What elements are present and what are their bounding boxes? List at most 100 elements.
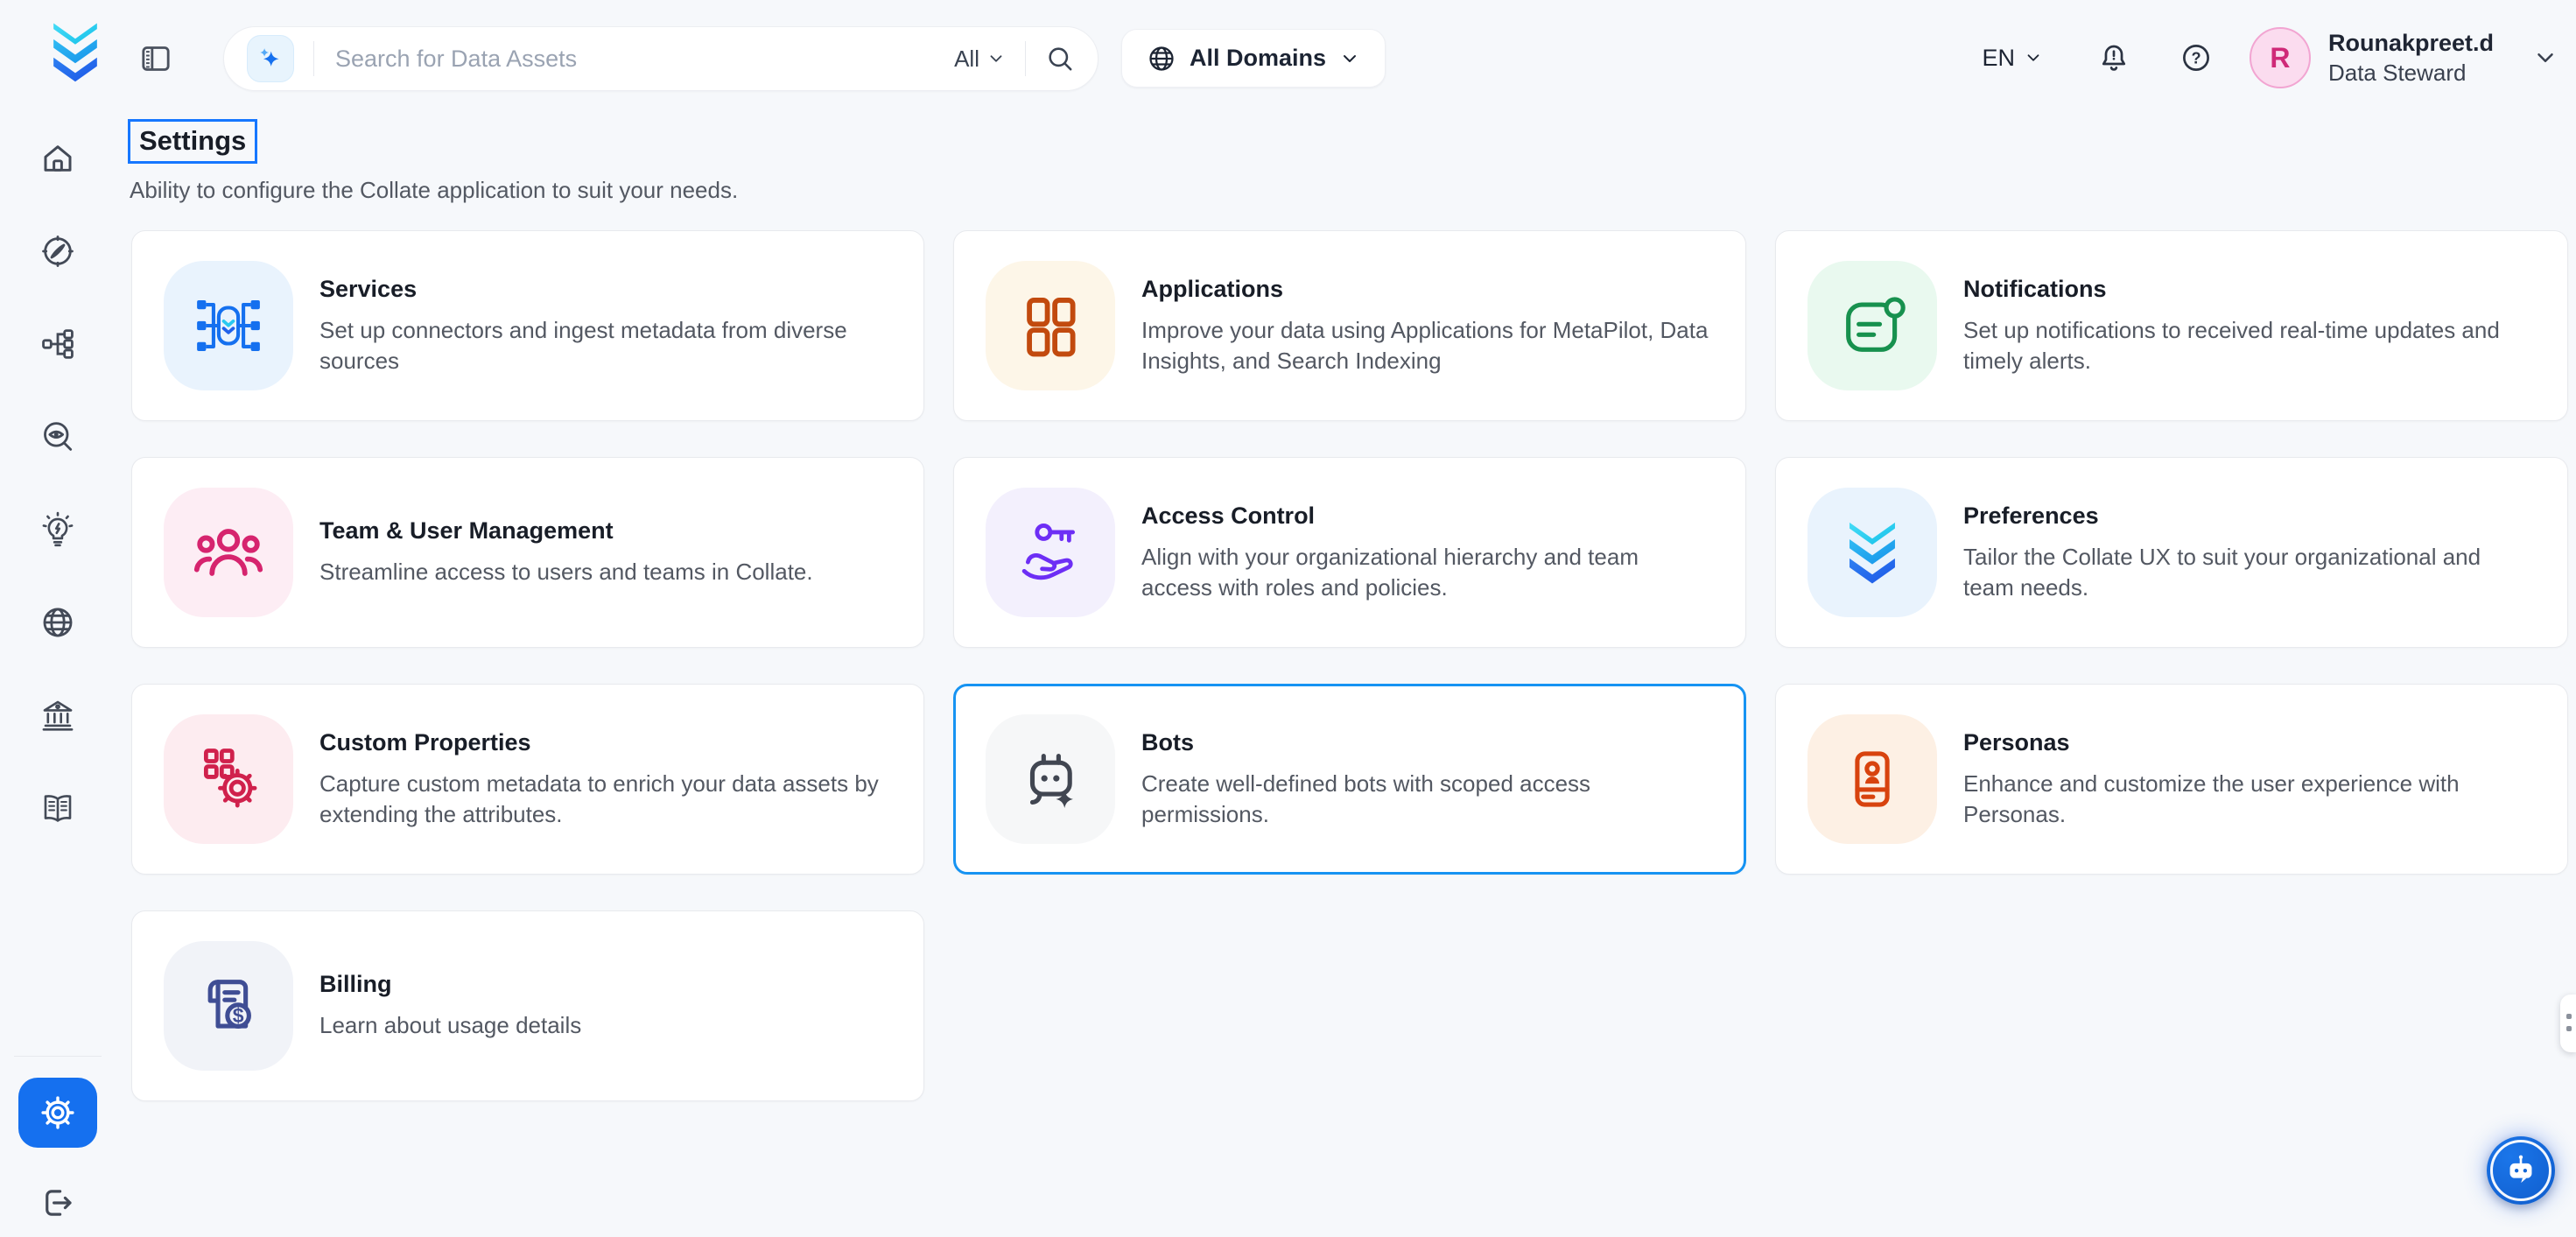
card-title: Applications xyxy=(1141,276,1714,303)
hidden-widget-icon[interactable] xyxy=(2560,995,2576,1052)
chevron-down-icon xyxy=(2024,48,2043,67)
card-team-user-management[interactable]: Team & User Management Streamline access… xyxy=(131,457,924,648)
chevron-down-icon[interactable] xyxy=(2532,45,2558,71)
card-notifications[interactable]: Notifications Set up notifications to re… xyxy=(1775,230,2568,421)
sidebar-bottom xyxy=(14,1056,102,1237)
card-preferences[interactable]: Preferences Tailor the Collate UX to sui… xyxy=(1775,457,2568,648)
language-selector[interactable]: EN xyxy=(1982,45,2043,72)
card-description: Capture custom metadata to enrich your d… xyxy=(319,769,892,830)
search-scope-dropdown[interactable]: All xyxy=(954,46,1006,73)
svg-text:?: ? xyxy=(2191,50,2200,67)
left-sidebar xyxy=(0,116,116,1237)
card-description: Align with your organizational hierarchy… xyxy=(1141,542,1714,603)
ai-sparkle-icon[interactable] xyxy=(247,35,294,82)
lightbulb-icon xyxy=(39,511,76,548)
book-icon xyxy=(39,790,76,826)
card-description: Streamline access to users and teams in … xyxy=(319,557,813,587)
topbar: All All Domains EN xyxy=(0,0,2576,116)
avatar[interactable]: R xyxy=(2250,27,2311,88)
search-icon[interactable] xyxy=(1045,44,1075,74)
bell-icon[interactable] xyxy=(2097,41,2130,74)
card-description: Set up connectors and ingest metadata fr… xyxy=(319,315,892,376)
user-info[interactable]: Rounakpreet.d Data Steward xyxy=(2328,29,2494,87)
divider xyxy=(313,41,314,76)
card-title: Notifications xyxy=(1963,276,2536,303)
id-card-icon xyxy=(1807,714,1937,844)
card-services[interactable]: Services Set up connectors and ingest me… xyxy=(131,230,924,421)
all-domains-label: All Domains xyxy=(1190,45,1326,72)
divider xyxy=(14,1056,102,1057)
card-title: Personas xyxy=(1963,729,2536,756)
svg-text:$: $ xyxy=(233,1004,244,1027)
language-label: EN xyxy=(1982,45,2015,72)
card-text: Access Control Align with your organizat… xyxy=(1141,503,1714,603)
sidebar-item-glossary[interactable] xyxy=(39,790,76,826)
chevron-down-icon xyxy=(986,49,1006,68)
card-title: Preferences xyxy=(1963,503,2536,530)
applications-icon xyxy=(986,261,1115,390)
search-eye-icon xyxy=(39,418,76,455)
sidebar-item-govern[interactable] xyxy=(39,697,76,734)
sidebar-item-settings[interactable] xyxy=(18,1078,97,1148)
card-text: Personas Enhance and customize the user … xyxy=(1963,729,2536,830)
sidebar-item-domains[interactable] xyxy=(39,604,76,641)
card-text: Custom Properties Capture custom metadat… xyxy=(319,729,892,830)
search-input[interactable] xyxy=(333,45,954,74)
sidebar-item-insights[interactable] xyxy=(39,511,76,548)
user-name: Rounakpreet.d xyxy=(2328,29,2494,59)
notifications-icon xyxy=(1807,261,1937,390)
collate-logo-icon[interactable] xyxy=(46,18,105,91)
card-text: Preferences Tailor the Collate UX to sui… xyxy=(1963,503,2536,603)
card-access-control[interactable]: Access Control Align with your organizat… xyxy=(953,457,1746,648)
card-text: Services Set up connectors and ingest me… xyxy=(319,276,892,376)
sidebar-item-home[interactable] xyxy=(39,140,76,177)
robot-icon xyxy=(986,714,1115,844)
compass-icon xyxy=(39,233,76,270)
page-title: Settings xyxy=(128,119,257,164)
sidebar-toggle-icon[interactable] xyxy=(138,41,173,76)
card-description: Create well-defined bots with scoped acc… xyxy=(1141,769,1714,830)
card-description: Set up notifications to received real-ti… xyxy=(1963,315,2536,376)
divider xyxy=(1025,41,1026,76)
sidebar-item-lineage[interactable] xyxy=(39,326,76,362)
card-custom-properties[interactable]: Custom Properties Capture custom metadat… xyxy=(131,684,924,875)
card-description: Learn about usage details xyxy=(319,1010,581,1041)
sidebar-item-logout[interactable] xyxy=(39,1184,76,1221)
receipt-dollar-icon: $ xyxy=(164,941,293,1071)
card-title: Team & User Management xyxy=(319,517,813,545)
card-personas[interactable]: Personas Enhance and customize the user … xyxy=(1775,684,2568,875)
sidebar-item-observability[interactable] xyxy=(39,418,76,455)
search-scope-label: All xyxy=(954,46,979,73)
settings-page: Settings Ability to configure the Collat… xyxy=(116,116,2576,1237)
card-title: Bots xyxy=(1141,729,1714,756)
avatar-initial: R xyxy=(2270,42,2290,74)
card-billing[interactable]: $ Billing Learn about usage details xyxy=(131,910,924,1101)
home-icon xyxy=(39,140,76,177)
page-subtitle: Ability to configure the Collate applica… xyxy=(130,177,2576,204)
key-hand-icon xyxy=(986,488,1115,617)
globe-icon xyxy=(39,604,76,641)
card-description: Improve your data using Applications for… xyxy=(1141,315,1714,376)
card-text: Team & User Management Streamline access… xyxy=(319,517,813,587)
logout-icon xyxy=(39,1184,76,1221)
card-text: Notifications Set up notifications to re… xyxy=(1963,276,2536,376)
card-applications[interactable]: Applications Improve your data using App… xyxy=(953,230,1746,421)
settings-card-grid: Services Set up connectors and ingest me… xyxy=(131,230,2575,1101)
grid-gear-icon xyxy=(164,714,293,844)
collate-layers-icon xyxy=(1807,488,1937,617)
services-icon xyxy=(164,261,293,390)
help-icon[interactable]: ? xyxy=(2179,41,2213,74)
chatbot-button[interactable] xyxy=(2487,1136,2555,1205)
topbar-right-cluster: EN ? R Rounakpreet.d Data Steward xyxy=(1982,0,2558,116)
team-icon xyxy=(164,488,293,617)
global-search-bar[interactable]: All xyxy=(223,26,1098,91)
card-text: Billing Learn about usage details xyxy=(319,971,581,1041)
card-text: Bots Create well-defined bots with scope… xyxy=(1141,729,1714,830)
card-description: Tailor the Collate UX to suit your organ… xyxy=(1963,542,2536,603)
card-bots[interactable]: Bots Create well-defined bots with scope… xyxy=(953,684,1746,875)
card-title: Billing xyxy=(319,971,581,998)
sidebar-item-explore[interactable] xyxy=(39,233,76,270)
all-domains-button[interactable]: All Domains xyxy=(1121,29,1386,88)
globe-icon xyxy=(1147,44,1176,74)
chatbot-icon xyxy=(2498,1148,2544,1193)
